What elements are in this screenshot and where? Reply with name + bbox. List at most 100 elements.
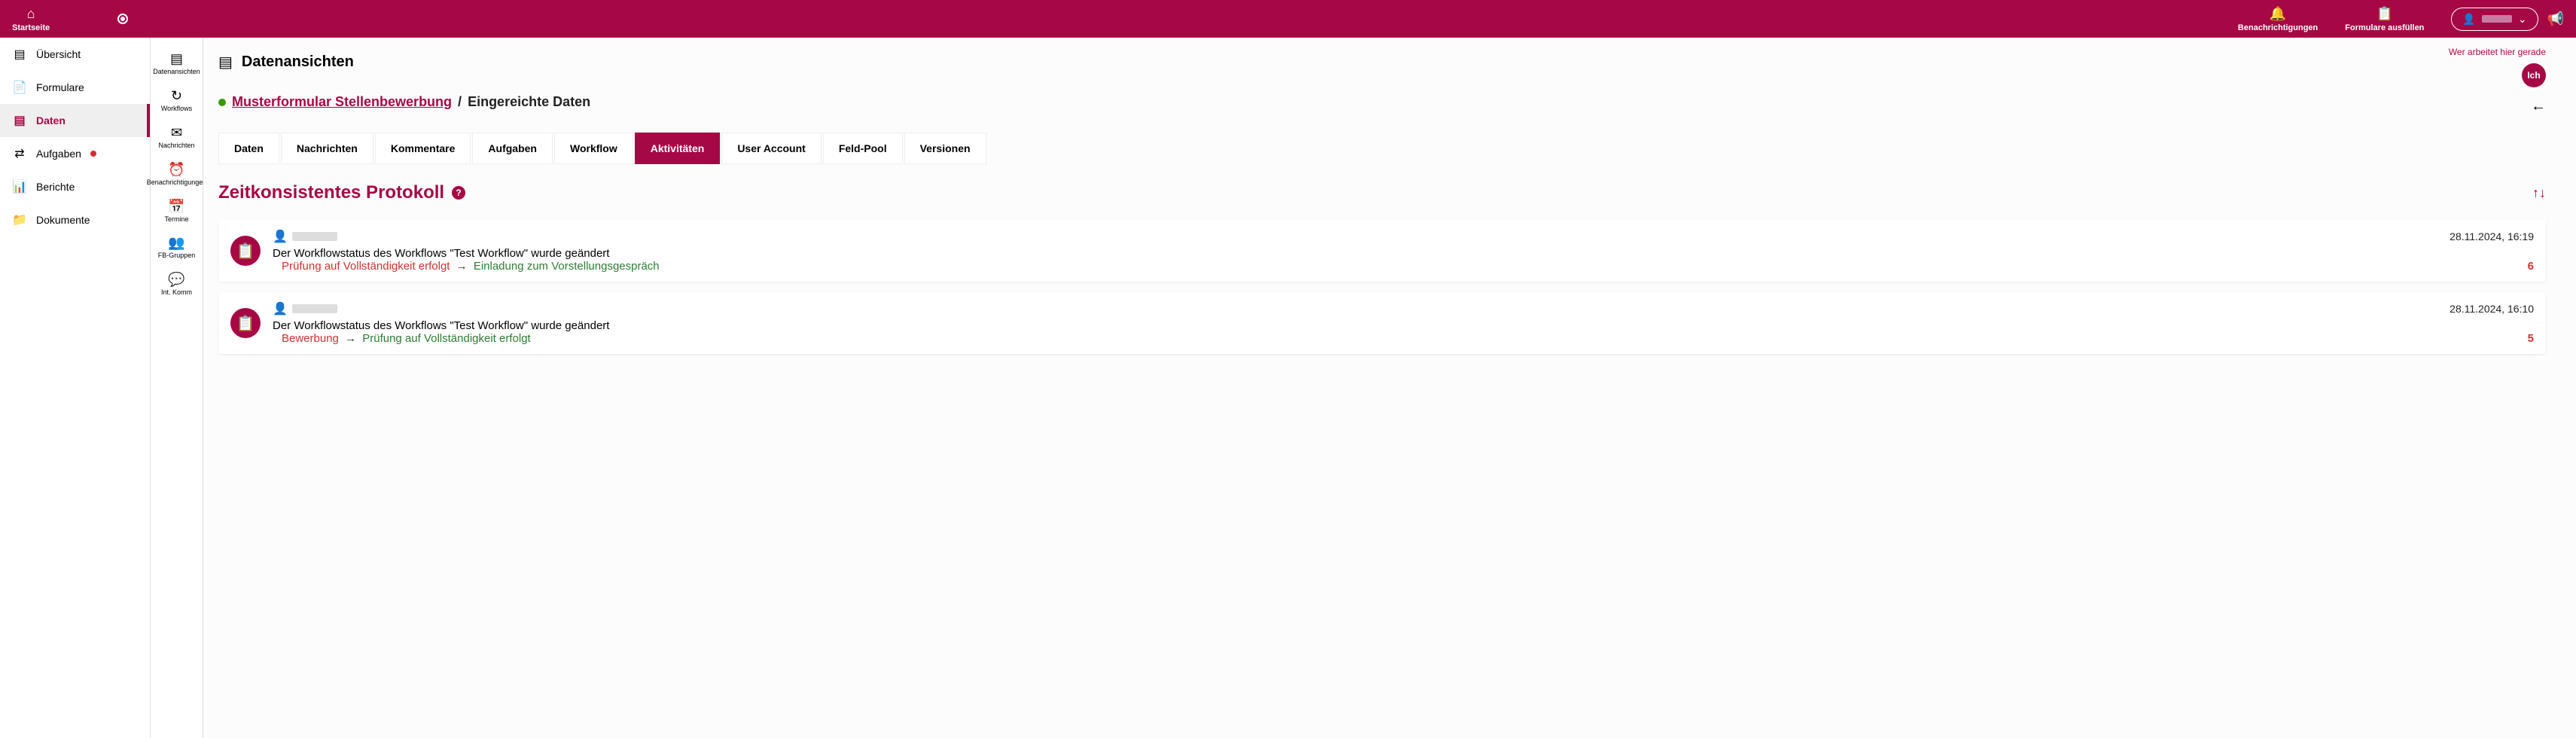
sidebar2-label: FB-Gruppen: [158, 252, 196, 260]
activity-count: 6: [2528, 260, 2534, 273]
breadcrumb-separator: /: [458, 94, 462, 110]
transition-to: Einladung zum Vorstellungsgespräch: [474, 260, 660, 273]
sidebar2-item-dates[interactable]: 📅 Termine: [151, 193, 203, 230]
bell-icon: 🔔: [2270, 6, 2286, 22]
breadcrumb-form-link[interactable]: Musterformular Stellenbewerbung: [232, 94, 452, 110]
activity-entry: 📋 👤 28.11.2024, 16:10 Der Workflowstatus…: [218, 292, 2546, 354]
activity-description: Der Workflowstatus des Workflows "Test W…: [273, 247, 2534, 260]
activity-description: Der Workflowstatus des Workflows "Test W…: [273, 319, 2534, 332]
data-icon: ▤: [12, 113, 27, 128]
sort-toggle-icon[interactable]: ↑↓: [2532, 185, 2546, 201]
announce-icon[interactable]: 📢: [2547, 11, 2564, 27]
user-menu[interactable]: 👤 ⌄: [2451, 8, 2538, 31]
activity-transition-row: Bewerbung → Prüfung auf Vollständigkeit …: [273, 332, 2534, 345]
activity-count: 5: [2528, 332, 2534, 345]
sidebar-item-label: Übersicht: [36, 48, 81, 60]
user-name-redacted: [2482, 15, 2512, 23]
presence-label: Wer arbeitet hier gerade: [2449, 47, 2546, 57]
notifications-label: Benachrichtigungen: [2238, 23, 2318, 32]
refresh-icon: ↻: [171, 88, 182, 104]
sidebar-item-forms[interactable]: 📄 Formulare: [0, 71, 150, 104]
activity-entry: 📋 👤 28.11.2024, 16:19 Der Workflowstatus…: [218, 220, 2546, 282]
envelope-icon: ✉: [171, 125, 182, 141]
alarm-icon: ⏰: [168, 162, 184, 178]
status-dot-icon: [218, 99, 226, 106]
breadcrumb: Musterformular Stellenbewerbung / Einger…: [218, 94, 2546, 110]
sidebar2-item-dataviews[interactable]: ▤ Datenansichten: [151, 45, 203, 82]
checklist-icon: ⇄: [12, 146, 27, 161]
sidebar-item-reports[interactable]: 📊 Berichte: [0, 170, 150, 203]
tab-field-pool[interactable]: Feld-Pool: [823, 133, 903, 164]
transition-from: Bewerbung: [282, 332, 339, 345]
activity-type-icon: 📋: [230, 236, 261, 266]
primary-sidebar: ▤ Übersicht 📄 Formulare ▤ Daten ⇄ Aufgab…: [0, 38, 151, 738]
app-header: ⌂ Startseite 🔔 Benachrichtigungen 📋 Form…: [0, 0, 2576, 38]
tab-activities[interactable]: Aktivitäten: [635, 133, 721, 164]
transition-from: Prüfung auf Vollständigkeit erfolgt: [282, 260, 450, 273]
person-icon: 👤: [273, 229, 288, 244]
group-icon: 👥: [168, 235, 184, 251]
activity-transition-row: Prüfung auf Vollständigkeit erfolgt → Ei…: [273, 260, 2534, 273]
sidebar-item-documents[interactable]: 📁 Dokumente: [0, 203, 150, 236]
tab-workflow[interactable]: Workflow: [554, 133, 633, 164]
user-name-redacted: [292, 304, 337, 313]
person-icon: 👤: [2462, 13, 2475, 26]
person-icon: 👤: [273, 301, 288, 316]
activity-type-icon: 📋: [230, 308, 261, 338]
main-layout: ▤ Übersicht 📄 Formulare ▤ Daten ⇄ Aufgab…: [0, 38, 2576, 738]
tab-data[interactable]: Daten: [218, 133, 279, 164]
page-header: ▤ Datenansichten: [218, 53, 2546, 72]
activity-header: 👤 28.11.2024, 16:19: [273, 229, 2534, 244]
sidebar-item-data[interactable]: ▤ Daten: [0, 104, 150, 137]
tab-user-account[interactable]: User Account: [721, 133, 822, 164]
sidebar2-item-workflows[interactable]: ↻ Workflows: [151, 82, 203, 119]
sidebar2-item-notifications[interactable]: ⏰ Benachrichtigungen: [151, 156, 203, 193]
activity-header: 👤 28.11.2024, 16:10: [273, 301, 2534, 316]
back-button[interactable]: ←: [2449, 98, 2546, 115]
activity-timestamp: 28.11.2024, 16:10: [2449, 303, 2534, 315]
sidebar-item-label: Aufgaben: [36, 148, 81, 160]
notification-dot-icon: [90, 151, 96, 157]
tab-messages[interactable]: Nachrichten: [281, 133, 373, 164]
activity-timestamp: 28.11.2024, 16:19: [2449, 230, 2534, 242]
dataviews-icon: ▤: [218, 53, 233, 72]
sidebar-item-label: Dokumente: [36, 214, 90, 226]
chat-icon: 💬: [168, 272, 184, 288]
notifications-button[interactable]: 🔔 Benachrichtigungen: [2238, 6, 2318, 32]
help-icon[interactable]: ?: [452, 186, 465, 200]
folder-icon: 📁: [12, 212, 27, 227]
sidebar-item-label: Daten: [36, 114, 66, 127]
sidebar2-label: Datenansichten: [153, 69, 200, 76]
tab-comments[interactable]: Kommentare: [375, 133, 471, 164]
activity-user: 👤: [273, 229, 337, 244]
dashboard-icon: ▤: [12, 47, 27, 62]
secondary-sidebar: ▤ Datenansichten ↻ Workflows ✉ Nachricht…: [151, 38, 203, 738]
sidebar2-item-messages[interactable]: ✉ Nachrichten: [151, 119, 203, 156]
presence-panel: Wer arbeitet hier gerade Ich ←: [2449, 47, 2546, 115]
breadcrumb-current: Eingereichte Daten: [468, 94, 590, 110]
fill-forms-button[interactable]: 📋 Formulare ausfüllen: [2345, 6, 2424, 32]
activity-user: 👤: [273, 301, 337, 316]
sidebar-item-label: Berichte: [36, 181, 75, 193]
dataviews-icon: ▤: [170, 51, 183, 67]
presence-self-badge[interactable]: Ich: [2522, 63, 2546, 87]
sidebar2-label: Benachrichtigungen: [147, 179, 207, 187]
section-title-text: Zeitkonsistentes Protokoll: [218, 182, 444, 203]
arrow-right-icon: →: [345, 332, 356, 345]
tab-bar: Daten Nachrichten Kommentare Aufgaben Wo…: [218, 133, 2546, 164]
record-indicator-icon[interactable]: [117, 14, 128, 24]
sidebar2-item-groups[interactable]: 👥 FB-Gruppen: [151, 229, 203, 266]
section-header-row: Zeitkonsistentes Protokoll ? ↑↓: [218, 182, 2546, 203]
tab-versions[interactable]: Versionen: [904, 133, 986, 164]
sidebar2-label: Termine: [164, 216, 188, 224]
activity-body: 👤 28.11.2024, 16:10 Der Workflowstatus d…: [273, 301, 2534, 345]
sidebar2-item-intkomm[interactable]: 💬 Int. Komm: [151, 266, 203, 303]
sidebar2-label: Nachrichten: [158, 142, 194, 150]
home-button[interactable]: ⌂ Startseite: [12, 6, 50, 32]
fill-forms-label: Formulare ausfüllen: [2345, 23, 2424, 32]
home-label: Startseite: [12, 23, 50, 32]
home-icon: ⌂: [27, 6, 35, 22]
sidebar-item-tasks[interactable]: ⇄ Aufgaben: [0, 137, 150, 170]
tab-tasks[interactable]: Aufgaben: [472, 133, 553, 164]
sidebar-item-overview[interactable]: ▤ Übersicht: [0, 38, 150, 71]
